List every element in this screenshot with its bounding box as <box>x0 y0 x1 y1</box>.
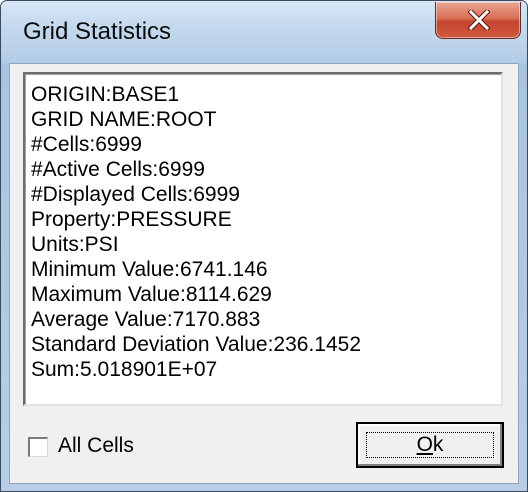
standard-deviation-line: Standard Deviation Value:236.1452 <box>31 333 362 356</box>
ok-label-rest: k <box>432 433 444 456</box>
displayed-cells-line: #Displayed Cells:6999 <box>31 183 240 206</box>
active-cells-line: #Active Cells:6999 <box>31 158 205 181</box>
ok-button-label: Ok <box>417 433 444 457</box>
minimum-value-line: Minimum Value:6741.146 <box>31 258 268 281</box>
property-line: Property:PRESSURE <box>31 208 232 231</box>
window-title: Grid Statistics <box>23 18 172 45</box>
ok-focus-rect: Ok <box>366 432 494 458</box>
all-cells-checkbox[interactable] <box>28 437 48 457</box>
close-x-icon <box>468 10 490 30</box>
title-bar[interactable]: Grid Statistics <box>1 1 527 64</box>
average-value-line: Average Value:7170.883 <box>31 308 261 331</box>
grid-name-line: GRID NAME:ROOT <box>31 108 217 131</box>
cells-line: #Cells:6999 <box>31 133 142 156</box>
units-line: Units:PSI <box>31 233 119 256</box>
dialog-body: ORIGIN:BASE1 GRID NAME:ROOT #Cells:6999 … <box>10 64 518 483</box>
sum-line: Sum:5.018901E+07 <box>31 358 218 381</box>
close-button[interactable] <box>435 2 521 39</box>
ok-button[interactable]: Ok <box>356 422 504 468</box>
origin-line: ORIGIN:BASE1 <box>31 83 180 106</box>
all-cells-label[interactable]: All Cells <box>58 434 134 458</box>
statistics-text-box[interactable]: ORIGIN:BASE1 GRID NAME:ROOT #Cells:6999 … <box>23 72 503 406</box>
grid-statistics-dialog: Grid Statistics ORIGIN:BASE1 GRID NAME:R… <box>0 0 528 492</box>
maximum-value-line: Maximum Value:8114.629 <box>31 283 272 306</box>
ok-mnemonic: O <box>416 433 433 456</box>
